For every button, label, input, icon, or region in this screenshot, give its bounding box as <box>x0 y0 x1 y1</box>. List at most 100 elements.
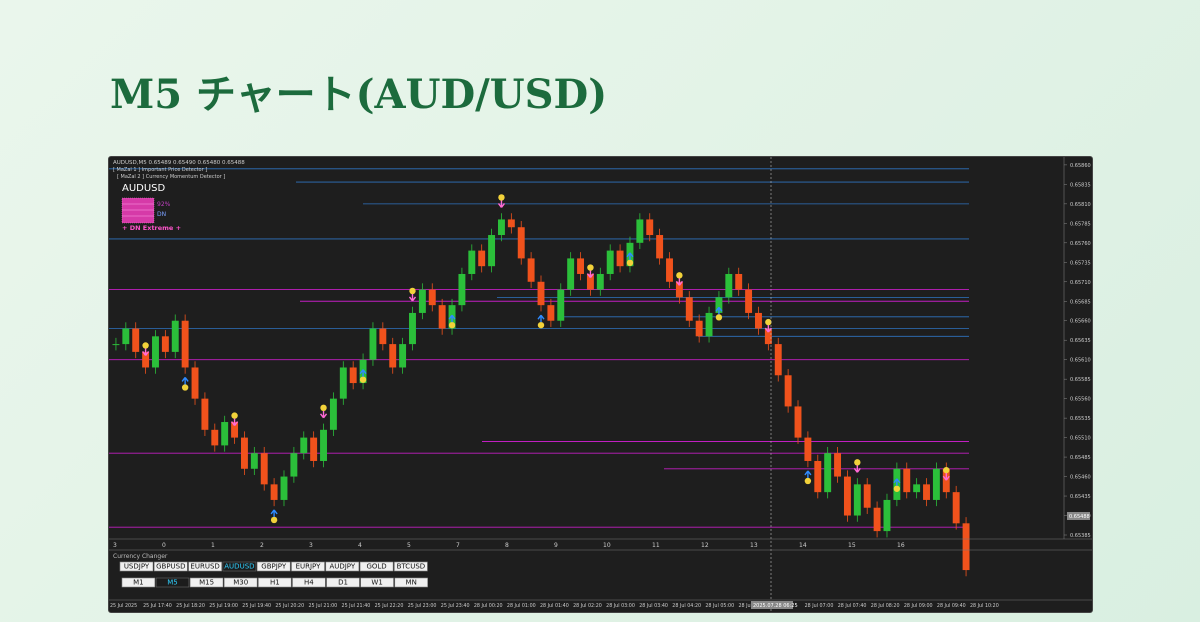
candle-body <box>310 437 318 461</box>
candle-body <box>181 320 189 368</box>
price-tick-label: 0.65460 <box>1070 475 1091 481</box>
extreme-label: + DN Extreme + <box>122 224 181 232</box>
timeframe-button-h4[interactable]: H4 <box>292 577 326 588</box>
price-tick-label: 0.65610 <box>1070 358 1091 364</box>
svg-text:BTCUSD: BTCUSD <box>397 563 426 571</box>
candle-body <box>260 453 268 485</box>
pair-button-btcusd[interactable]: BTCUSD <box>394 561 428 572</box>
candle-body <box>161 336 169 352</box>
candle-body <box>270 484 278 500</box>
time-tick-label: 28 Jul 04:20 <box>672 603 701 609</box>
pair-button-gbpusd[interactable]: GBPUSD <box>153 561 188 572</box>
svg-text:GBPJPY: GBPJPY <box>261 563 287 571</box>
strength-dn: DN <box>157 211 166 218</box>
signal-marker <box>142 342 149 349</box>
candle-body <box>685 297 693 321</box>
signal-marker <box>448 321 456 329</box>
timeframe-button-h1[interactable]: H1 <box>258 577 292 588</box>
candle-body <box>656 235 664 259</box>
candle-body <box>527 258 535 282</box>
signal-marker <box>765 318 772 326</box>
candle-body <box>883 499 891 532</box>
timeframe-button-m15[interactable]: M15 <box>189 577 224 588</box>
time-tick-label: 25 Jul 22:20 <box>375 603 404 609</box>
candle-body <box>468 250 476 274</box>
pair-button-eurusd[interactable]: EURUSD <box>188 561 222 572</box>
candle-body <box>171 320 179 352</box>
sell-arrow-icon <box>853 465 861 473</box>
timeframe-button-m5[interactable]: M5 <box>155 577 190 588</box>
timeframe-button-m1[interactable]: M1 <box>121 577 156 588</box>
time-tick-label: 25 Jul 21:40 <box>342 603 371 609</box>
pair-button-gold[interactable]: GOLD <box>359 561 394 572</box>
pair-label: AUDUSD <box>122 183 166 194</box>
candlestick-chart[interactable]: AUDUSD,M5 0.65489 0.65490 0.65480 0.6548… <box>109 157 1092 612</box>
candle-body <box>745 289 753 313</box>
timeframe-button-mn[interactable]: MN <box>394 577 428 588</box>
svg-text:M15: M15 <box>199 579 214 587</box>
buy-arrow-icon <box>181 377 189 385</box>
pair-button-gbpjpy[interactable]: GBPJPY <box>256 561 291 572</box>
timeframe-button-w1[interactable]: W1 <box>360 577 394 588</box>
pair-button-audusd[interactable]: AUDUSD <box>222 561 257 572</box>
candle-body <box>280 476 288 500</box>
signal-marker <box>943 466 950 474</box>
candle-body <box>122 328 130 345</box>
candle-body <box>636 219 644 243</box>
time-tick-label: 25 Jul 23:40 <box>441 603 470 609</box>
candle-body <box>784 375 792 407</box>
candle-body <box>596 273 604 290</box>
candle-body <box>774 344 782 376</box>
time-tick-label: 25 Jul 18:20 <box>176 603 205 609</box>
candle-body <box>132 328 140 352</box>
time-tick-label: 28 Jul 10:20 <box>970 603 999 609</box>
candle-body <box>725 273 733 298</box>
sub-x-tick: 3 <box>309 542 313 549</box>
strength-meter <box>121 197 155 224</box>
candle-body <box>577 258 584 274</box>
candle-body <box>320 429 327 461</box>
chart-frame[interactable]: AUDUSD,M5 0.65489 0.65490 0.65480 0.6548… <box>108 156 1093 613</box>
svg-text:MN: MN <box>406 579 417 587</box>
sub-x-tick: 1 <box>211 542 215 549</box>
candle-body <box>478 250 486 267</box>
pair-button-usdjpy[interactable]: USDJPY <box>119 561 154 572</box>
timeframe-button-m30[interactable]: M30 <box>224 577 258 588</box>
time-tick-label: 28 Jul 03:40 <box>639 603 668 609</box>
pair-buttons: USDJPY GBPUSD EURUSD AUDUSD GBPJPY EURJPY AUDJ… <box>119 561 428 572</box>
pair-button-eurjpy[interactable]: EURJPY <box>291 561 325 572</box>
svg-text:GBPUSD: GBPUSD <box>156 563 185 571</box>
timeframe-button-d1[interactable]: D1 <box>326 577 360 588</box>
candle-body <box>201 398 209 430</box>
candle-body <box>755 312 762 329</box>
candle-body <box>112 344 120 346</box>
sub-x-tick: 14 <box>799 542 807 549</box>
svg-text:2025.07.28 06:25: 2025.07.28 06:25 <box>753 603 798 609</box>
svg-text:D1: D1 <box>338 579 348 587</box>
time-tick-label: 25 Jul 17:40 <box>143 603 172 609</box>
signal-marker <box>587 264 594 271</box>
sell-arrow-icon <box>408 293 417 302</box>
candle-body <box>379 328 387 345</box>
sub-x-tick: 9 <box>554 542 558 549</box>
price-tick-label: 0.65560 <box>1070 397 1091 403</box>
pair-button-audjpy[interactable]: AUDJPY <box>325 561 360 572</box>
time-tick-label: 28 Jul 07:00 <box>805 603 834 609</box>
candle-body <box>329 398 337 430</box>
svg-text:0.65488: 0.65488 <box>1069 514 1090 520</box>
candle-body <box>932 468 940 500</box>
svg-text:AUDJPY: AUDJPY <box>329 563 355 571</box>
price-tick-label: 0.65485 <box>1070 455 1091 461</box>
price-tick-label: 0.65535 <box>1070 416 1091 422</box>
candle-body <box>695 320 703 337</box>
svg-text:M30: M30 <box>233 579 248 587</box>
candle-body <box>250 453 258 469</box>
signal-marker <box>893 485 901 492</box>
candle-body <box>507 219 515 228</box>
signal-marker <box>804 477 812 485</box>
symbol-info: AUDUSD,M5 0.65489 0.65490 0.65480 0.6548… <box>113 160 245 166</box>
candle-body <box>824 453 832 493</box>
time-tick-label: 28 Jul 01:40 <box>540 603 569 609</box>
signal-marker <box>626 259 634 267</box>
candle-body <box>913 484 921 493</box>
